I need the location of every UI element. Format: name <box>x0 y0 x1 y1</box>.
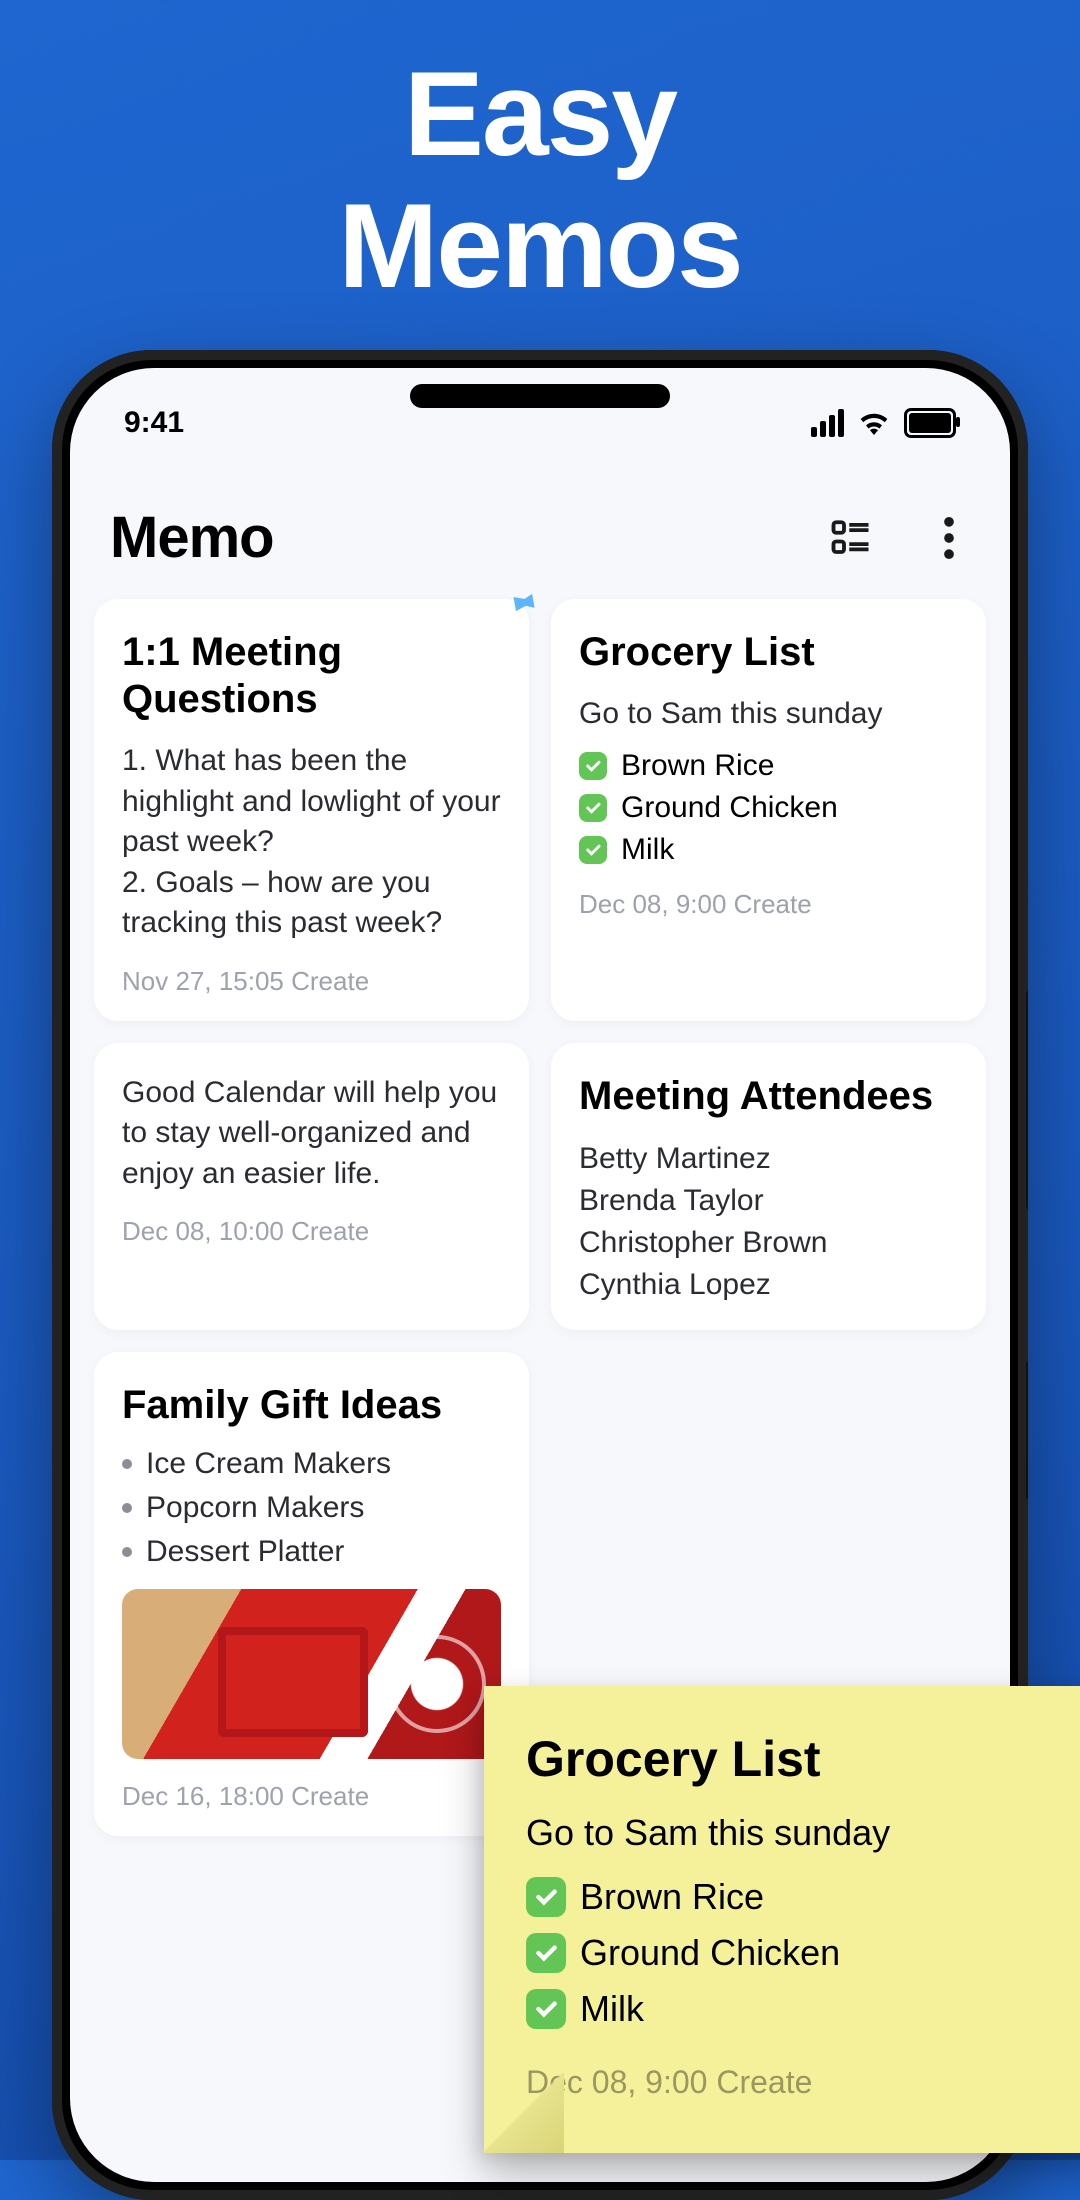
sticky-meta: Dec 08, 9:00 Create <box>526 2064 1080 2101</box>
checklist-item: Milk <box>526 1988 1080 2030</box>
bullet-list: Ice Cream Makers Popcorn Makers Dessert … <box>122 1447 501 1569</box>
page-fold-icon <box>484 2073 564 2153</box>
view-toggle-button[interactable] <box>830 517 872 559</box>
checklist-item: Milk <box>579 833 958 867</box>
status-bar: 9:41 <box>70 368 1010 448</box>
sticky-subtitle: Go to Sam this sunday <box>526 1812 1080 1854</box>
attendee-list: Betty Martinez Brenda Taylor Christopher… <box>579 1138 958 1306</box>
checklist-label: Brown Rice <box>580 1876 764 1918</box>
checkbox-checked-icon[interactable] <box>526 1989 566 2029</box>
checklist-item: Brown Rice <box>526 1876 1080 1918</box>
power-button <box>1026 990 1028 1210</box>
page-title: Memo <box>110 504 274 571</box>
attendee-name: Cynthia Lopez <box>579 1264 958 1306</box>
pin-icon <box>499 581 539 621</box>
memo-card-attendees[interactable]: Meeting Attendees Betty Martinez Brenda … <box>551 1043 986 1330</box>
checkbox-checked-icon[interactable] <box>526 1933 566 1973</box>
wifi-icon <box>858 411 890 435</box>
promo-headline: Easy Memos <box>0 0 1080 312</box>
bullet-icon <box>122 1547 132 1557</box>
checklist-label: Brown Rice <box>621 749 774 783</box>
promo-line-1: Easy <box>0 48 1080 180</box>
checkbox-checked-icon[interactable] <box>579 752 607 780</box>
sticky-title: Grocery List <box>526 1730 1080 1788</box>
more-button[interactable] <box>928 517 970 559</box>
cellular-icon <box>811 409 844 437</box>
memo-card-grocery[interactable]: Grocery List Go to Sam this sunday Brown… <box>551 599 986 1021</box>
list-view-icon <box>830 517 872 559</box>
attendee-name: Brenda Taylor <box>579 1180 958 1222</box>
sticky-note[interactable]: Grocery List Go to Sam this sunday Brown… <box>484 1686 1080 2153</box>
checklist-label: Ground Chicken <box>621 791 838 825</box>
checkbox-checked-icon[interactable] <box>526 1877 566 1917</box>
memo-meta: Dec 16, 18:00 Create <box>122 1781 501 1812</box>
memo-title: 1:1 Meeting Questions <box>122 629 501 723</box>
bullet-icon <box>122 1459 132 1469</box>
checklist-label: Milk <box>580 1988 644 2030</box>
volume-button <box>1026 1360 1028 1500</box>
status-time: 9:41 <box>124 406 184 440</box>
memo-title: Meeting Attendees <box>579 1073 958 1120</box>
memo-grid: 1:1 Meeting Questions 1. What has been t… <box>70 599 1010 1836</box>
notch <box>410 384 670 408</box>
app-header: Memo <box>70 448 1010 599</box>
memo-body: Good Calendar will help you to stay well… <box>122 1073 501 1195</box>
bullet-icon <box>122 1503 132 1513</box>
memo-card-meeting[interactable]: 1:1 Meeting Questions 1. What has been t… <box>94 599 529 1021</box>
memo-meta: Dec 08, 9:00 Create <box>579 889 958 920</box>
checklist-item: Ground Chicken <box>526 1932 1080 1974</box>
checkbox-checked-icon[interactable] <box>579 794 607 822</box>
checklist-item: Brown Rice <box>579 749 958 783</box>
memo-subtitle: Go to Sam this sunday <box>579 694 958 735</box>
promo-line-2: Memos <box>0 180 1080 312</box>
memo-card-gifts[interactable]: Family Gift Ideas Ice Cream Makers Popco… <box>94 1352 529 1836</box>
memo-card-promo[interactable]: Good Calendar will help you to stay well… <box>94 1043 529 1330</box>
memo-title: Family Gift Ideas <box>122 1382 501 1429</box>
attendee-name: Betty Martinez <box>579 1138 958 1180</box>
list-item: Ice Cream Makers <box>122 1447 501 1481</box>
list-item: Popcorn Makers <box>122 1491 501 1525</box>
more-vertical-icon <box>944 517 954 559</box>
checklist-label: Ground Chicken <box>580 1932 840 1974</box>
memo-meta: Nov 27, 15:05 Create <box>122 966 501 997</box>
memo-title: Grocery List <box>579 629 958 676</box>
memo-meta: Dec 08, 10:00 Create <box>122 1216 501 1247</box>
attendee-name: Christopher Brown <box>579 1222 958 1264</box>
checklist-label: Milk <box>621 833 674 867</box>
battery-icon <box>904 408 956 438</box>
checklist-item: Ground Chicken <box>579 791 958 825</box>
memo-image-thumbnail <box>122 1589 501 1759</box>
list-item: Dessert Platter <box>122 1535 501 1569</box>
checkbox-checked-icon[interactable] <box>579 836 607 864</box>
memo-body: 1. What has been the highlight and lowli… <box>122 741 501 944</box>
